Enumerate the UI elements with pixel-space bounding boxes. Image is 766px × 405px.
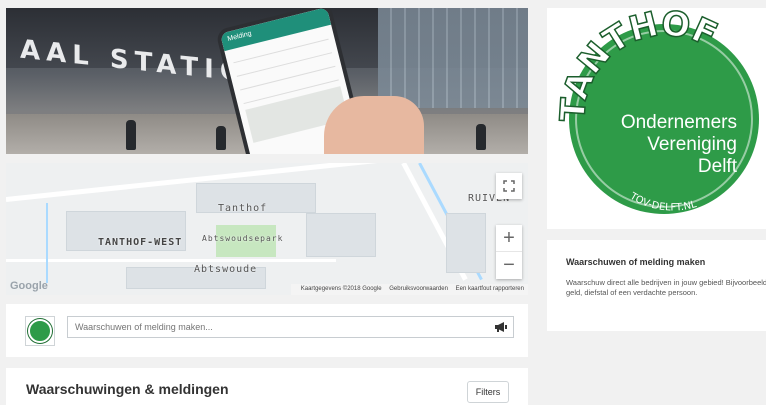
map-widget[interactable]: Tanthof TANTHOF-WEST Abtswoudsepark Abts… xyxy=(6,163,528,295)
tov-logo: TANTHOF Ondernemers Vereniging Delft TOV… xyxy=(552,8,759,214)
map-label-tanthof: Tanthof xyxy=(218,203,268,214)
google-logo: Google xyxy=(10,280,48,292)
hero-image: AAL STATION Melding xyxy=(6,8,528,154)
pedestrian xyxy=(476,124,486,150)
megaphone-button[interactable] xyxy=(490,316,512,338)
logo-line1: Ondernemers xyxy=(621,112,737,133)
terms-link[interactable]: Gebruiksvoorwaarden xyxy=(389,286,448,292)
fullscreen-button[interactable] xyxy=(496,173,522,199)
zoom-control: + − xyxy=(496,225,522,279)
megaphone-icon xyxy=(495,322,507,332)
logo-line3: Delft xyxy=(698,156,738,177)
feed-title: Waarschuwingen & meldingen xyxy=(26,381,229,397)
glass-building xyxy=(378,8,528,108)
report-input[interactable] xyxy=(67,316,514,338)
zoom-in-button[interactable]: + xyxy=(496,225,522,252)
report-error-link[interactable]: Een kaartfout rapporteren xyxy=(456,286,524,292)
map-attribution: Kaartgegevens ©2018 Google Gebruiksvoorw… xyxy=(290,284,528,295)
post-composer xyxy=(6,304,528,357)
filters-button[interactable]: Filters xyxy=(467,381,509,403)
pedestrian xyxy=(216,126,226,150)
zoom-out-button[interactable]: − xyxy=(496,252,522,279)
info-text: Waarschuw direct alle bedrijven in jouw … xyxy=(566,278,766,297)
info-card: Waarschuwen of melding maken Waarschuw d… xyxy=(547,240,766,331)
logo-card: TANTHOF Ondernemers Vereniging Delft TOV… xyxy=(547,8,766,229)
map-road xyxy=(6,259,336,262)
fullscreen-icon xyxy=(503,180,515,192)
pedestrian xyxy=(126,120,136,150)
map-label-tanthof-west: TANTHOF-WEST xyxy=(98,237,183,248)
avatar xyxy=(25,316,55,346)
logo-line2: Vereniging xyxy=(647,134,737,155)
map-canal xyxy=(46,203,48,283)
map-label-abtswoude: Abtswoude xyxy=(194,264,258,275)
map-label-abtswoudsepark: Abtswoudsepark xyxy=(202,234,284,243)
hand xyxy=(324,96,424,154)
map-block xyxy=(446,213,486,273)
tov-logo-mini xyxy=(28,319,52,343)
feed-section: Waarschuwingen & meldingen Filters xyxy=(6,368,528,405)
info-heading: Waarschuwen of melding maken xyxy=(566,257,706,267)
map-block xyxy=(306,213,376,257)
map-data-credit: Kaartgegevens ©2018 Google xyxy=(300,286,382,292)
